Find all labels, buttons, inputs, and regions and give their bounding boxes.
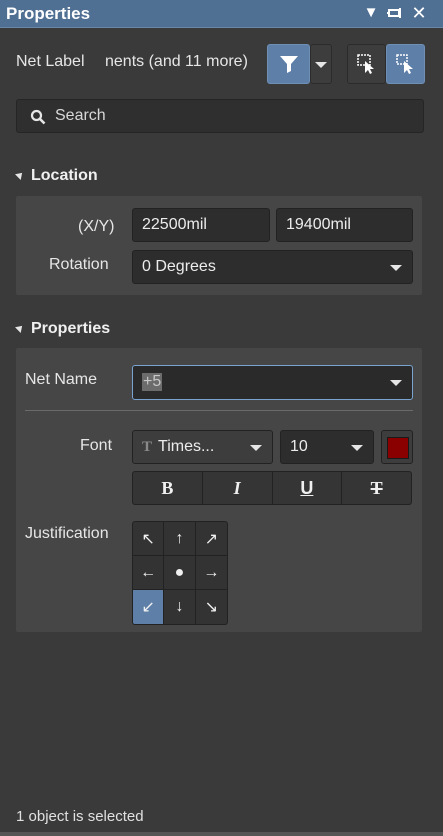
chevron-down-icon xyxy=(390,265,402,271)
filter-dropdown-button[interactable] xyxy=(310,44,332,84)
panel-titlebar: Properties ▼ ✕ xyxy=(0,0,443,28)
properties-section-header[interactable]: Properties xyxy=(15,320,111,338)
justification-label: Justification xyxy=(25,525,109,542)
chevron-down-icon xyxy=(390,380,402,386)
chevron-down-icon xyxy=(351,445,363,451)
net-name-value: +5 xyxy=(142,373,163,391)
search-input[interactable]: Search xyxy=(16,99,424,133)
justify-bottom-left-button[interactable]: ↙ xyxy=(133,590,165,624)
justify-middle-right-button[interactable]: → xyxy=(195,556,227,590)
bold-button[interactable]: B xyxy=(133,472,203,504)
select-include-button[interactable] xyxy=(347,44,386,84)
rotation-select[interactable]: 0 Degrees xyxy=(132,250,413,284)
close-icon[interactable]: ✕ xyxy=(410,3,428,23)
object-type-label: Net Label xyxy=(16,53,85,70)
search-icon xyxy=(30,109,46,125)
select-pointer-icon xyxy=(396,54,413,74)
chevron-down-icon xyxy=(315,62,327,68)
select-include-icon xyxy=(357,54,374,74)
font-size-select[interactable]: 10 xyxy=(280,430,374,464)
font-family-value: Times... xyxy=(158,438,215,455)
justify-middle-left-button[interactable]: ← xyxy=(133,556,165,590)
select-pointer-button[interactable] xyxy=(386,44,425,84)
search-placeholder: Search xyxy=(55,107,106,124)
properties-heading: Properties xyxy=(31,320,111,337)
x-field[interactable]: 22500mil xyxy=(132,208,270,242)
divider xyxy=(25,410,413,411)
italic-button[interactable]: I xyxy=(203,472,273,504)
chevron-down-icon xyxy=(250,445,262,451)
filter-icon xyxy=(280,56,298,73)
justify-top-left-button[interactable]: ↖ xyxy=(133,522,165,556)
rotation-label: Rotation xyxy=(49,256,109,273)
panel-title: Properties xyxy=(6,4,91,23)
xy-label: (X/Y) xyxy=(78,218,115,235)
font-color-swatch xyxy=(387,437,409,459)
collapse-triangle-icon xyxy=(15,323,25,333)
font-color-button[interactable] xyxy=(381,430,413,464)
location-heading: Location xyxy=(31,167,98,184)
justification-grid: ↖ ↑ ↗ ← ● → ↙ ↓ ↘ xyxy=(132,521,228,625)
dropdown-triangle-icon[interactable]: ▼ xyxy=(362,3,380,23)
net-name-combobox[interactable]: +5 xyxy=(132,365,413,400)
status-text: 1 object is selected xyxy=(16,808,144,825)
text-format-group: B I U T xyxy=(132,471,412,505)
filter-button[interactable] xyxy=(267,44,310,84)
justify-top-center-button[interactable]: ↑ xyxy=(164,522,196,556)
underline-button[interactable]: U xyxy=(273,472,343,504)
selection-summary: nents (and 11 more) xyxy=(105,53,248,70)
pin-icon[interactable] xyxy=(386,3,404,23)
net-name-label: Net Name xyxy=(25,371,98,388)
collapse-triangle-icon xyxy=(15,170,25,180)
panel-bottom-border xyxy=(0,832,443,836)
rotation-value: 0 Degrees xyxy=(142,258,216,275)
font-type-icon: T xyxy=(142,439,153,455)
font-family-select[interactable]: T Times... xyxy=(132,430,273,464)
justify-bottom-center-button[interactable]: ↓ xyxy=(164,590,196,624)
font-size-value: 10 xyxy=(290,438,308,455)
strikethrough-button[interactable]: T xyxy=(342,472,411,504)
justify-bottom-right-button[interactable]: ↘ xyxy=(196,590,227,624)
location-section-header[interactable]: Location xyxy=(15,167,98,185)
justify-top-right-button[interactable]: ↗ xyxy=(195,522,227,556)
y-field[interactable]: 19400mil xyxy=(276,208,413,242)
justify-center-button[interactable]: ● xyxy=(164,556,196,590)
font-label: Font xyxy=(80,437,113,454)
